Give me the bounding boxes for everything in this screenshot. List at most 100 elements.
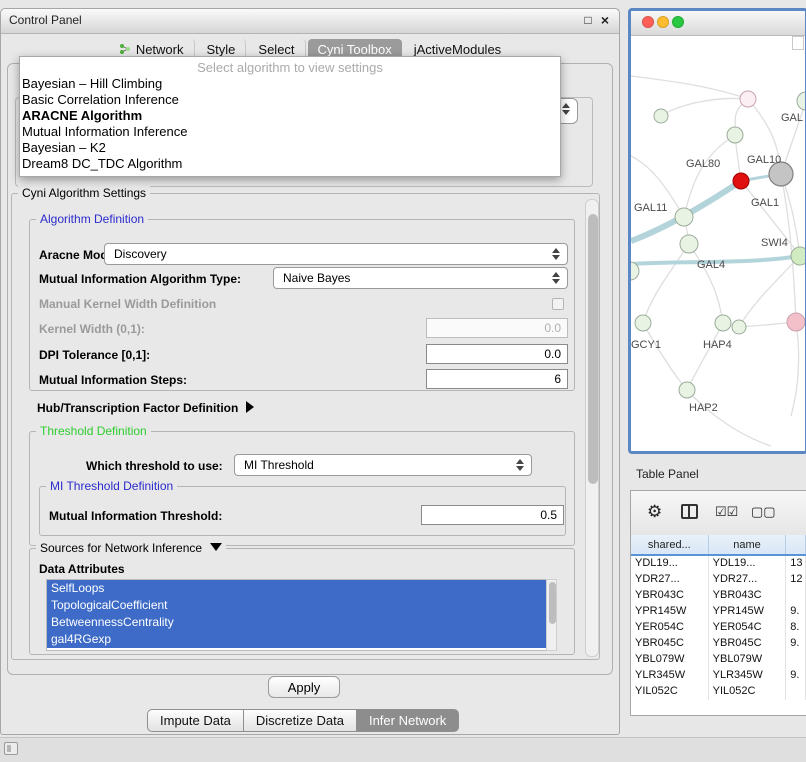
cell[interactable]: YDL19... (709, 556, 787, 572)
cell[interactable]: YBL079W (631, 652, 709, 668)
table-row[interactable]: YIL052CYIL052C (631, 684, 806, 700)
apply-button[interactable]: Apply (268, 676, 340, 698)
cell[interactable]: YER054C (631, 620, 709, 636)
cell[interactable] (786, 588, 806, 604)
cell[interactable]: YBR043C (709, 588, 787, 604)
minimize-traffic-light-icon[interactable] (657, 16, 669, 28)
cell[interactable]: YBR045C (631, 636, 709, 652)
cell[interactable]: YBL079W (709, 652, 787, 668)
sources-toggle[interactable]: Sources for Network Inference (36, 541, 226, 555)
select-all-checkboxes-icon[interactable]: ☑☑ (715, 502, 738, 522)
hub-definition-toggle[interactable]: Hub/Transcription Factor Definition (37, 401, 254, 415)
network-graph[interactable]: GAL GAL80 GAL10 GAL11 GAL1 SWI4 GAL4 GCY… (631, 36, 806, 452)
settings-scrollbar-thumb[interactable] (588, 214, 598, 484)
table-toolbar: ⚙ ☑☑ ▢▢ (631, 491, 806, 536)
cell[interactable]: 9. (786, 668, 806, 684)
cell[interactable]: YBR043C (631, 588, 709, 604)
gene-node[interactable] (740, 91, 756, 107)
cell[interactable]: YER054C (709, 620, 787, 636)
dropdown-item[interactable]: Bayesian – K2 (20, 140, 560, 156)
table-row[interactable]: YPR145WYPR145W9. (631, 604, 806, 620)
table-row[interactable]: YLR345WYLR345W9. (631, 668, 806, 684)
settings-scrollbar[interactable] (585, 199, 599, 657)
gene-node[interactable] (679, 382, 695, 398)
list-item[interactable]: gal4RGexp (47, 631, 556, 648)
zoom-traffic-light-icon[interactable] (672, 16, 684, 28)
list-item[interactable]: BetweennessCentrality (47, 614, 556, 631)
tab-impute-data[interactable]: Impute Data (147, 709, 243, 732)
close-traffic-light-icon[interactable] (642, 16, 654, 28)
gene-node[interactable] (791, 247, 806, 265)
gene-node[interactable] (635, 315, 651, 331)
table-row[interactable]: YDL19...YDL19...13 (631, 556, 806, 572)
dropdown-item-selected[interactable]: ARACNE Algorithm (20, 108, 560, 124)
tab-infer-network[interactable]: Infer Network (356, 709, 459, 732)
cell[interactable]: YDL19... (631, 556, 709, 572)
node-label: GAL1 (751, 197, 779, 209)
gene-node[interactable] (787, 313, 805, 331)
mi-steps-field[interactable]: 6 (426, 369, 568, 389)
attribute-list[interactable]: SelfLoops TopologicalCoefficient Between… (46, 579, 557, 651)
cell[interactable]: YPR145W (631, 604, 709, 620)
dropdown-item[interactable]: Mutual Information Inference (20, 124, 560, 140)
list-scrollbar-thumb[interactable] (549, 582, 556, 624)
list-item[interactable]: SelfLoops (47, 580, 556, 597)
which-threshold-select[interactable]: MI Threshold (234, 454, 532, 476)
cell[interactable]: 13 (786, 556, 806, 572)
clear-all-checkboxes-icon[interactable]: ▢▢ (751, 502, 776, 522)
table-row[interactable]: YBL079WYBL079W (631, 652, 806, 668)
gene-node-highlighted[interactable] (733, 173, 749, 189)
cell[interactable]: YBR045C (709, 636, 787, 652)
cell[interactable]: YLR345W (631, 668, 709, 684)
list-item[interactable]: TopologicalCoefficient (47, 597, 556, 614)
cell[interactable]: YDR27... (709, 572, 787, 588)
cell[interactable]: 9. (786, 604, 806, 620)
table-row[interactable]: YBR045CYBR045C9. (631, 636, 806, 652)
table-row[interactable]: YDR27...YDR27...12 (631, 572, 806, 588)
columns-icon[interactable] (681, 504, 698, 519)
kernel-width-field[interactable]: 0.0 (426, 318, 568, 338)
gear-icon[interactable]: ⚙ (647, 502, 662, 522)
cell[interactable]: 12 (786, 572, 806, 588)
cell[interactable]: YIL052C (709, 684, 787, 700)
gene-node[interactable] (727, 127, 743, 143)
table-row[interactable]: YBR043CYBR043C (631, 588, 806, 604)
list-scrollbar[interactable] (546, 579, 557, 651)
cell[interactable]: YDR27... (631, 572, 709, 588)
network-view-window[interactable]: GAL GAL80 GAL10 GAL11 GAL1 SWI4 GAL4 GCY… (628, 8, 806, 454)
cell[interactable] (786, 684, 806, 700)
gene-node[interactable] (732, 320, 746, 334)
column-header[interactable]: shared... (631, 535, 709, 554)
dropdown-item[interactable]: Basic Correlation Inference (20, 92, 560, 108)
cell[interactable]: YPR145W (709, 604, 787, 620)
hide-panel-icon[interactable] (4, 742, 18, 755)
gene-node[interactable] (715, 315, 731, 331)
gene-node[interactable] (797, 92, 806, 110)
network-canvas[interactable]: GAL GAL80 GAL10 GAL11 GAL1 SWI4 GAL4 GCY… (631, 36, 806, 452)
gene-node[interactable] (675, 208, 693, 226)
cell[interactable]: 9. (786, 636, 806, 652)
network-window-titlebar[interactable] (631, 11, 805, 36)
cell[interactable]: 8. (786, 620, 806, 636)
control-panel-titlebar[interactable]: Control Panel □ × (1, 9, 619, 34)
gene-node[interactable] (654, 109, 668, 123)
column-header[interactable]: name (709, 535, 787, 554)
dpi-tolerance-field[interactable]: 0.0 (426, 344, 568, 364)
cell[interactable]: YLR345W (709, 668, 787, 684)
table-row[interactable]: YER054CYER054C8. (631, 620, 806, 636)
cell[interactable]: YIL052C (631, 684, 709, 700)
manual-kernel-checkbox[interactable] (552, 298, 564, 310)
mi-type-select[interactable]: Naive Bayes (273, 267, 568, 289)
algorithm-combobox-partial[interactable] (559, 98, 578, 124)
float-window-icon[interactable]: □ (581, 12, 595, 28)
scrollbar-corner[interactable] (792, 36, 804, 50)
tab-discretize-data[interactable]: Discretize Data (243, 709, 356, 732)
dropdown-item[interactable]: Dream8 DC_TDC Algorithm (20, 156, 560, 172)
cell[interactable] (786, 652, 806, 668)
mi-threshold-field[interactable]: 0.5 (421, 505, 564, 525)
gene-node[interactable] (680, 235, 698, 253)
dropdown-item[interactable]: Bayesian – Hill Climbing (20, 76, 560, 92)
aracne-mode-select[interactable]: Discovery (104, 243, 568, 265)
column-header[interactable] (786, 535, 806, 554)
close-icon[interactable]: × (598, 12, 612, 28)
